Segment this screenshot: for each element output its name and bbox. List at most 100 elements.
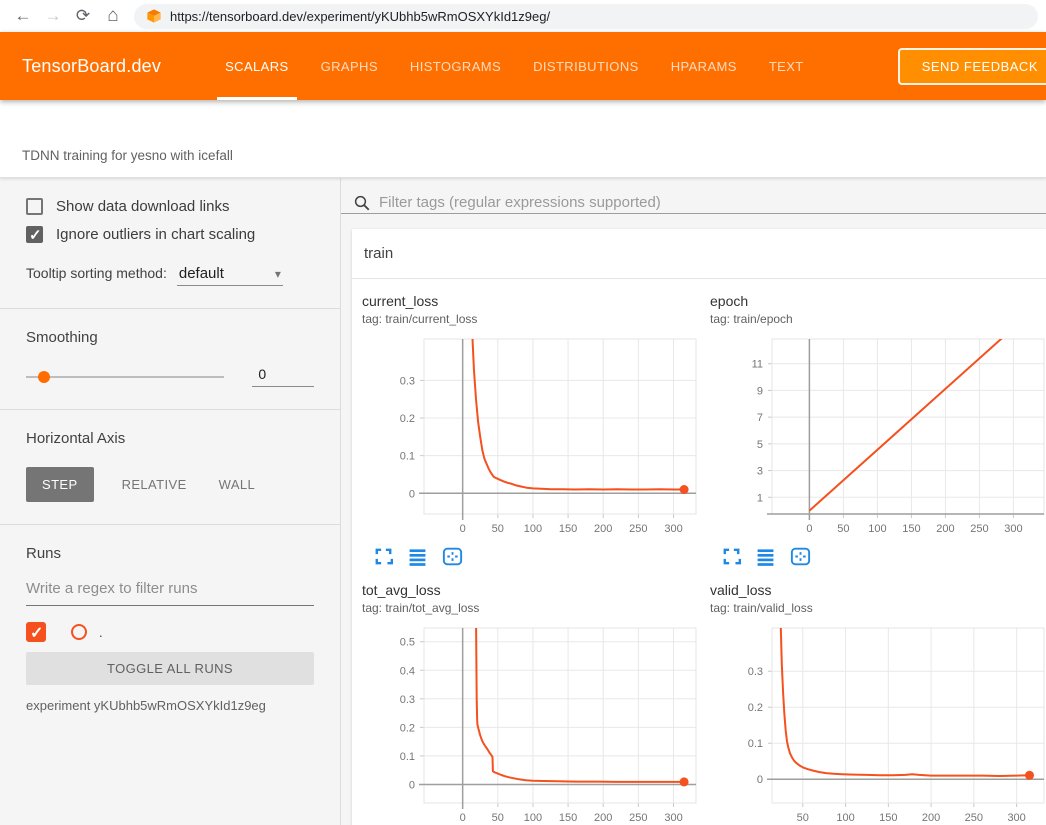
svg-text:250: 250 [629, 812, 647, 824]
svg-text:50: 50 [837, 523, 849, 535]
svg-text:9: 9 [757, 385, 763, 397]
runs-filter-input[interactable] [26, 576, 314, 606]
svg-text:100: 100 [524, 523, 542, 535]
svg-text:1: 1 [757, 492, 763, 504]
svg-text:0.3: 0.3 [400, 694, 415, 706]
slider-thumb[interactable] [38, 371, 50, 383]
run-checkbox-checked-icon[interactable] [26, 622, 46, 642]
svg-text:200: 200 [936, 523, 954, 535]
chart-tag: tag: train/tot_avg_loss [362, 601, 698, 615]
svg-text:300: 300 [1007, 812, 1025, 824]
chart-tag: tag: train/epoch [710, 312, 1046, 326]
svg-text:5: 5 [757, 439, 763, 451]
browser-chrome: ← → ⟳ ⌂ https://tensorboard.dev/experime… [0, 0, 1046, 32]
svg-text:0.3: 0.3 [748, 666, 763, 678]
svg-text:150: 150 [559, 812, 577, 824]
stacked-lines-icon[interactable] [756, 547, 775, 566]
fit-domain-icon[interactable] [442, 547, 463, 566]
chart-card-epoch: epoch tag: train/epoch 05010015020025030… [710, 293, 1046, 566]
tab-hparams[interactable]: HPARAMS [655, 32, 753, 100]
fullscreen-icon[interactable] [374, 547, 393, 566]
tensorboard-favicon [146, 8, 162, 24]
fullscreen-icon[interactable] [722, 547, 741, 566]
run-color-circle-icon [71, 624, 87, 640]
svg-text:200: 200 [594, 812, 612, 824]
svg-text:7: 7 [757, 412, 763, 424]
svg-text:0: 0 [460, 523, 466, 535]
axis-wall-button[interactable]: WALL [203, 467, 272, 502]
svg-text:300: 300 [1004, 523, 1022, 535]
general-settings-section: Show data download links Ignore outliers… [0, 178, 340, 309]
toggle-all-runs-button[interactable]: TOGGLE ALL RUNS [26, 652, 314, 685]
svg-text:200: 200 [922, 812, 940, 824]
line-chart-plot[interactable]: 0501001502002503001357911 [710, 334, 1046, 543]
chart-card-tot-avg-loss: tot_avg_loss tag: train/tot_avg_loss 050… [362, 582, 698, 825]
tab-graphs[interactable]: GRAPHS [305, 32, 394, 100]
svg-text:300: 300 [664, 812, 682, 824]
svg-text:0: 0 [409, 488, 415, 500]
run-row[interactable]: . [26, 622, 314, 642]
svg-text:0.1: 0.1 [748, 738, 763, 750]
tab-scalars[interactable]: SCALARS [209, 32, 305, 100]
brand-logo: TensorBoard.dev [22, 56, 161, 77]
checkbox-unchecked-icon[interactable] [26, 198, 43, 215]
send-feedback-button[interactable]: SEND FEEDBACK [898, 48, 1046, 85]
tab-histograms[interactable]: HISTOGRAMS [394, 32, 517, 100]
svg-text:0: 0 [460, 812, 466, 824]
tag-filter-input[interactable] [379, 194, 1046, 211]
svg-text:150: 150 [879, 812, 897, 824]
experiment-title: TDNN training for yesno with icefall [22, 148, 233, 163]
svg-text:100: 100 [868, 523, 886, 535]
svg-text:200: 200 [594, 523, 612, 535]
runs-label: Runs [26, 545, 314, 562]
svg-text:0.3: 0.3 [400, 375, 415, 387]
svg-text:3: 3 [757, 466, 763, 478]
horizontal-axis-section: Horizontal Axis STEP RELATIVE WALL [0, 410, 340, 525]
address-bar[interactable]: https://tensorboard.dev/experiment/yKUbh… [134, 4, 1038, 29]
line-chart-plot[interactable]: 5010015020025030000.10.20.3 [710, 623, 1046, 825]
home-icon[interactable]: ⌂ [98, 5, 128, 27]
chart-card-valid-loss: valid_loss tag: train/valid_loss 5010015… [710, 582, 1046, 825]
svg-text:11: 11 [752, 359, 763, 371]
smoothing-section: Smoothing 0 [0, 309, 340, 410]
url-text: https://tensorboard.dev/experiment/yKUbh… [170, 9, 550, 24]
svg-text:0: 0 [806, 523, 812, 535]
chevron-down-icon: ▾ [275, 267, 281, 281]
run-name: . [99, 625, 103, 640]
tab-distributions[interactable]: DISTRIBUTIONS [517, 32, 655, 100]
experiment-title-band: TDNN training for yesno with icefall [0, 100, 1046, 178]
tab-text[interactable]: TEXT [753, 32, 820, 100]
checkbox-checked-icon[interactable] [26, 226, 43, 243]
svg-text:50: 50 [797, 812, 809, 824]
tooltip-sorting-select[interactable]: default ▾ [177, 265, 283, 286]
svg-text:250: 250 [965, 812, 983, 824]
line-chart-plot[interactable]: 05010015020025030000.10.20.3 [362, 334, 698, 543]
section-header[interactable]: train [352, 229, 1046, 279]
smoothing-value-input[interactable]: 0 [252, 366, 314, 387]
stacked-lines-icon[interactable] [408, 547, 427, 566]
axis-step-button[interactable]: STEP [26, 467, 94, 502]
svg-text:50: 50 [492, 523, 504, 535]
tooltip-sorting-label: Tooltip sorting method: [26, 265, 167, 281]
smoothing-label: Smoothing [26, 329, 314, 346]
search-icon [353, 194, 371, 212]
back-icon[interactable]: ← [8, 6, 38, 26]
app-header: TensorBoard.dev SCALARS GRAPHS HISTOGRAM… [0, 32, 1046, 100]
smoothing-slider[interactable] [26, 376, 224, 378]
chart-card-current-loss: current_loss tag: train/current_loss 050… [362, 293, 698, 566]
experiment-id-label: experiment yKUbhb5wRmOSXYkId1z9eg [26, 698, 314, 713]
chart-title: current_loss [362, 293, 698, 309]
fit-domain-icon[interactable] [790, 547, 811, 566]
svg-text:0: 0 [409, 779, 415, 791]
plugin-tabs: SCALARS GRAPHS HISTOGRAMS DISTRIBUTIONS … [209, 32, 820, 100]
ignore-outliers-checkbox[interactable]: Ignore outliers in chart scaling [26, 226, 314, 243]
svg-text:50: 50 [492, 812, 504, 824]
show-download-links-checkbox[interactable]: Show data download links [26, 198, 314, 215]
chart-tag: tag: train/valid_loss [710, 601, 1046, 615]
svg-text:150: 150 [559, 523, 577, 535]
forward-icon[interactable]: → [38, 6, 68, 26]
svg-text:0.1: 0.1 [400, 751, 415, 763]
axis-relative-button[interactable]: RELATIVE [106, 467, 203, 502]
line-chart-plot[interactable]: 05010015020025030000.10.20.30.40.5 [362, 623, 698, 825]
reload-icon[interactable]: ⟳ [68, 6, 98, 26]
